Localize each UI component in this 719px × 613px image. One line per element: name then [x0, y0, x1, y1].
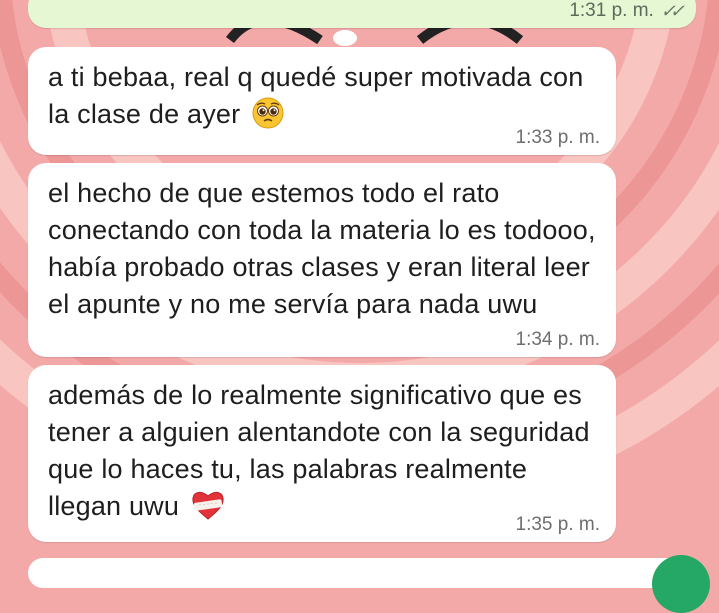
message-body: el hecho de que estemos todo el rato con… [48, 178, 596, 319]
incoming-message-bubble-partial[interactable] [28, 558, 696, 588]
message-text: además de lo realmente significativo que… [48, 377, 598, 531]
message-body: además de lo realmente significativo que… [48, 380, 590, 521]
mending-heart-icon [191, 489, 225, 531]
double-check-icon: ✓✓ [659, 0, 683, 21]
message-time: 1:31 p. m. [569, 0, 654, 21]
message-time: 1:33 p. m. [515, 127, 601, 148]
message-time: 1:35 p. m. [515, 514, 601, 535]
incoming-message-bubble[interactable]: el hecho de que estemos todo el rato con… [28, 163, 616, 357]
pleading-face-icon [252, 97, 284, 139]
sent-message-meta: 1:31 p. m. ✓✓ [569, 0, 683, 22]
sent-message-bubble[interactable]: 1:31 p. m. ✓✓ [28, 0, 696, 28]
scroll-down-button[interactable] [652, 555, 710, 613]
incoming-message-bubble[interactable]: además de lo realmente significativo que… [28, 365, 616, 542]
message-body: a ti bebaa, real q quedé super motivada … [48, 62, 584, 129]
message-time: 1:34 p. m. [515, 329, 601, 350]
message-text: el hecho de que estemos todo el rato con… [48, 175, 598, 323]
incoming-message-bubble[interactable]: a ti bebaa, real q quedé super motivada … [28, 47, 616, 155]
